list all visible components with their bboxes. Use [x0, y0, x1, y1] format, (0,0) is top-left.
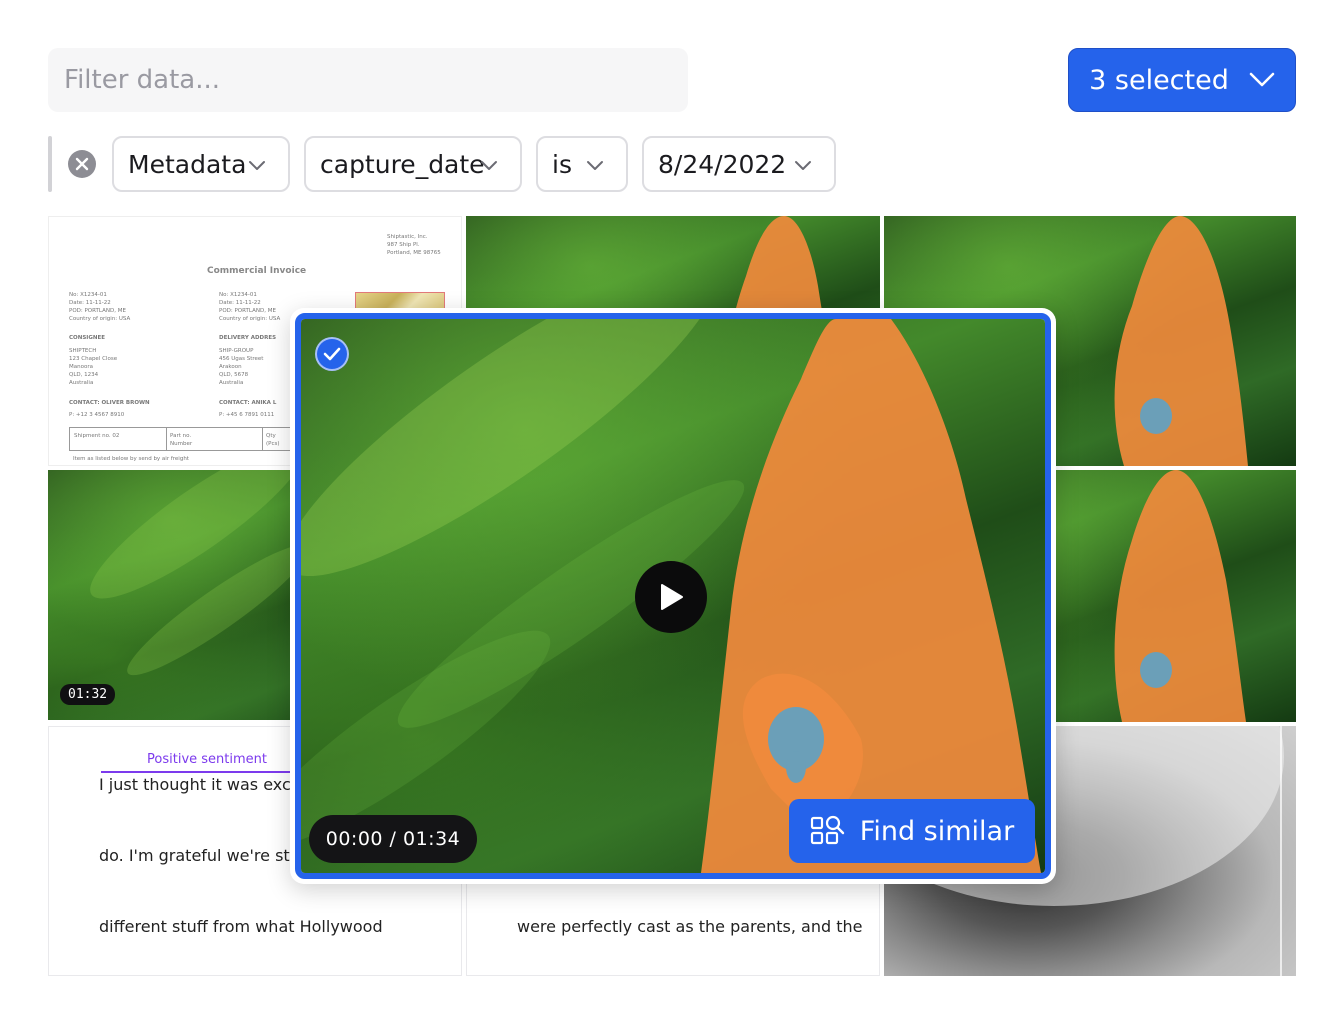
- contact-right: CONTACT: ANIKA L: [219, 400, 277, 406]
- chevron-down-icon: [249, 161, 265, 170]
- find-similar-label: Find similar: [859, 815, 1015, 847]
- selection-dropdown-button[interactable]: 3 selected: [1068, 48, 1296, 112]
- text-line: do. I'm grateful we're still: [99, 846, 304, 865]
- filter-value: 8/24/2022: [658, 149, 787, 179]
- chevron-down-icon: [587, 161, 603, 170]
- filter-input[interactable]: [48, 48, 688, 112]
- checkmark-icon: [323, 347, 341, 361]
- field-value: capture_date: [320, 149, 485, 179]
- filter-rule-indicator: [48, 136, 52, 192]
- find-similar-button[interactable]: Find similar: [789, 799, 1035, 863]
- playback-time: 00:00 / 01:34: [309, 815, 477, 863]
- phone-right: P: +45 6 7891 0111: [219, 412, 275, 418]
- chevron-down-icon: [1249, 72, 1275, 87]
- field-dropdown[interactable]: capture_date: [304, 136, 522, 192]
- invoice-right-info: No: X1234-01 Date: 11-11-22 POD: PORTLAND,…: [219, 292, 281, 322]
- find-similar-icon: [810, 815, 844, 845]
- consignee-address: SHIPTECH 123 Chapel Close Manoora QLD, 1234…: [69, 348, 118, 386]
- selection-count-label: 3 selected: [1089, 64, 1229, 96]
- sentiment-label: Positive sentiment: [147, 752, 267, 767]
- operator-value: is: [552, 149, 572, 179]
- chevron-down-icon: [481, 161, 497, 170]
- selected-check-icon[interactable]: [315, 337, 349, 371]
- invoice-title: Commercial Invoice: [207, 266, 307, 276]
- value-dropdown[interactable]: 8/24/2022: [642, 136, 836, 192]
- filter-rule-row: Metadata capture_date is 8/24/2022: [48, 136, 848, 192]
- invoice-left-info: No: X1234-01 Date: 11-11-22 POD: PORTLAND,…: [69, 292, 131, 322]
- text-line: were perfectly cast as the parents, and …: [517, 917, 863, 936]
- video-player[interactable]: 00:00 / 01:34 Find similar: [295, 313, 1051, 879]
- play-button[interactable]: [635, 561, 707, 633]
- field-type-value: Metadata: [128, 149, 247, 179]
- text-line: I just thought it was excell: [99, 775, 310, 794]
- video-duration-badge: 01:32: [60, 684, 116, 705]
- operator-dropdown[interactable]: is: [536, 136, 628, 192]
- invoice-table: Shipment no. 02 Part no. Number Qty (Pcs…: [69, 427, 309, 451]
- close-icon: [75, 157, 89, 171]
- sentiment-underline: [101, 771, 313, 773]
- consignee-heading: CONSIGNEE: [69, 335, 105, 341]
- text-line: different stuff from what Hollywood: [99, 917, 383, 936]
- invoice-sender: Shiptastic, Inc. 987 Ship Pl. Portland, ME…: [387, 234, 441, 256]
- delivery-heading: DELIVERY ADDRES: [219, 335, 277, 341]
- contact-left: CONTACT: OLIVER BROWN: [69, 400, 150, 406]
- remove-filter-button[interactable]: [68, 150, 96, 178]
- invoice-table-note: Item as listed below by send by air frei…: [73, 456, 189, 462]
- delivery-address: SHIP-GROUP 456 Ugas Street Arakoon QLD, 567…: [219, 348, 264, 386]
- field-type-dropdown[interactable]: Metadata: [112, 136, 290, 192]
- play-icon: [661, 584, 683, 610]
- chevron-down-icon: [795, 161, 811, 170]
- phone-left: P: +12 3 4567 8910: [69, 412, 125, 418]
